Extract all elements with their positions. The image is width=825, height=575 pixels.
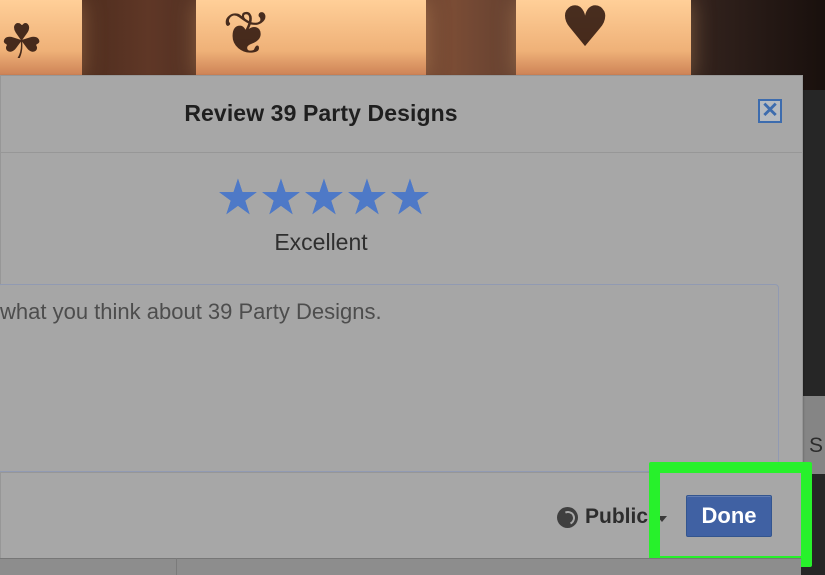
done-button[interactable]: Done <box>686 495 772 537</box>
review-placeholder: what you think about 39 Party Designs. <box>0 299 382 324</box>
background-side-text: S <box>809 434 824 457</box>
background-bottom-divider <box>176 558 177 575</box>
close-button[interactable]: ✕ <box>758 99 782 123</box>
globe-icon <box>557 506 578 528</box>
cover-silhouette-left: ☘ <box>0 14 44 70</box>
page-title: Review 39 Party Designs <box>184 100 458 126</box>
rating-label: Excellent <box>274 229 368 255</box>
screen: ☘ ❦ ♥ S Review 39 Party Designs ✕ ★ ★ ★ … <box>0 0 825 575</box>
cover-silhouette-right: ♥ <box>560 0 611 60</box>
star-2-icon[interactable]: ★ <box>259 173 303 223</box>
close-icon: ✕ <box>761 98 779 122</box>
privacy-label: Public <box>585 505 649 528</box>
star-4-icon[interactable]: ★ <box>345 173 389 223</box>
star-5-icon[interactable]: ★ <box>388 173 432 223</box>
star-1-icon[interactable]: ★ <box>216 173 260 223</box>
review-textarea[interactable]: what you think about 39 Party Designs. <box>0 284 779 472</box>
background-bottom-strip <box>0 558 801 575</box>
star-3-icon[interactable]: ★ <box>302 173 346 223</box>
rating-stars: ★ ★ ★ ★ ★ <box>216 173 432 223</box>
cover-silhouette-center: ❦ <box>222 0 273 69</box>
dialog-header: Review 39 Party Designs ✕ <box>1 76 802 153</box>
